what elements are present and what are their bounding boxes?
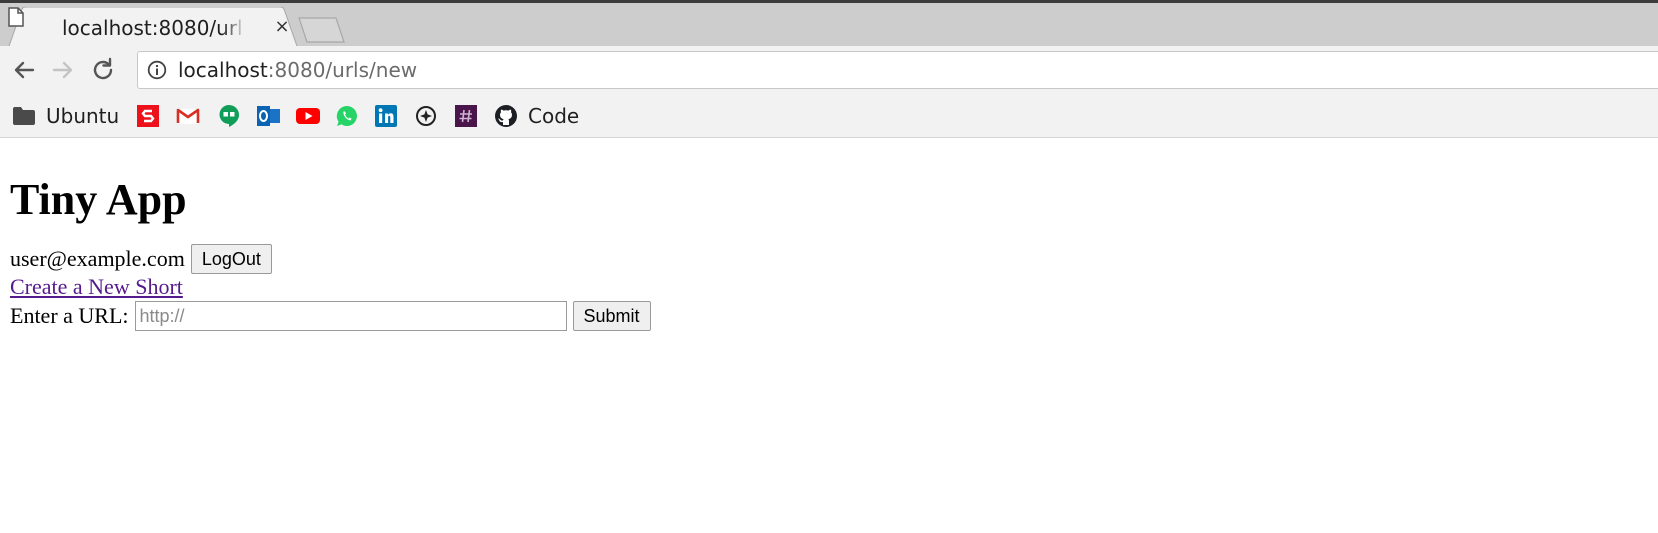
bookmark-scotiabank[interactable] [137, 104, 159, 128]
bookmark-linkedin[interactable] [375, 104, 397, 128]
back-arrow-icon[interactable] [9, 55, 39, 85]
hangouts-icon [219, 105, 239, 127]
bookmark-ubuntu-label: Ubuntu [46, 104, 120, 128]
outlook-icon [257, 106, 280, 126]
bookmark-plus-circle[interactable] [415, 104, 437, 128]
hash-icon [455, 105, 477, 127]
page-title: Tiny App [10, 175, 187, 224]
tab-title-fade [222, 15, 246, 41]
page-icon [8, 7, 24, 27]
tab-strip: localhost:8080/urls/new × [0, 0, 1658, 49]
bookmark-code[interactable]: Code [494, 104, 579, 128]
github-icon [495, 105, 517, 127]
url-label: Enter a URL: [10, 303, 129, 328]
user-row: user@example.com LogOut [10, 244, 272, 274]
create-new-short-link[interactable]: Create a New Short [10, 274, 183, 300]
url-path: :8080/urls/new [267, 58, 418, 82]
submit-button[interactable]: Submit [572, 301, 651, 331]
tab-close-icon[interactable]: × [272, 15, 292, 39]
tab-title: localhost:8080/urls/new [62, 16, 242, 40]
logout-button[interactable]: LogOut [190, 244, 272, 274]
browser-toolbar: localhost:8080/urls/new [0, 46, 1658, 94]
whatsapp-icon [336, 105, 357, 126]
browser-tab[interactable]: localhost:8080/urls/new × [8, 7, 298, 49]
create-row: Create a New Short [10, 274, 183, 300]
url-input[interactable] [134, 301, 567, 331]
bookmark-gmail[interactable] [176, 104, 200, 128]
bookmark-outlook[interactable] [257, 104, 281, 128]
address-bar[interactable]: localhost:8080/urls/new [137, 51, 1658, 89]
linkedin-icon [375, 105, 397, 127]
bookmarks-bar: Ubuntu Code [0, 94, 1658, 138]
url-host: localhost [178, 58, 268, 82]
plus-circle-icon [416, 106, 436, 126]
user-email: user@example.com [10, 246, 185, 271]
info-icon[interactable] [147, 60, 167, 80]
bookmark-code-label: Code [528, 104, 580, 128]
scotiabank-icon [137, 105, 159, 127]
url-form: Enter a URL: Submit [10, 301, 651, 331]
bookmark-hangouts[interactable] [218, 104, 240, 128]
reload-icon[interactable] [88, 55, 118, 85]
gmail-icon [176, 108, 200, 124]
folder-icon [13, 107, 35, 125]
bookmark-slack[interactable] [455, 104, 477, 128]
bookmark-whatsapp[interactable] [336, 104, 358, 128]
bookmark-youtube[interactable] [296, 104, 320, 128]
address-url: localhost:8080/urls/new [178, 58, 417, 82]
youtube-icon [296, 108, 320, 124]
bookmark-ubuntu[interactable]: Ubuntu [12, 104, 119, 128]
new-tab-button[interactable] [298, 17, 346, 43]
forward-arrow-icon[interactable] [48, 55, 78, 85]
